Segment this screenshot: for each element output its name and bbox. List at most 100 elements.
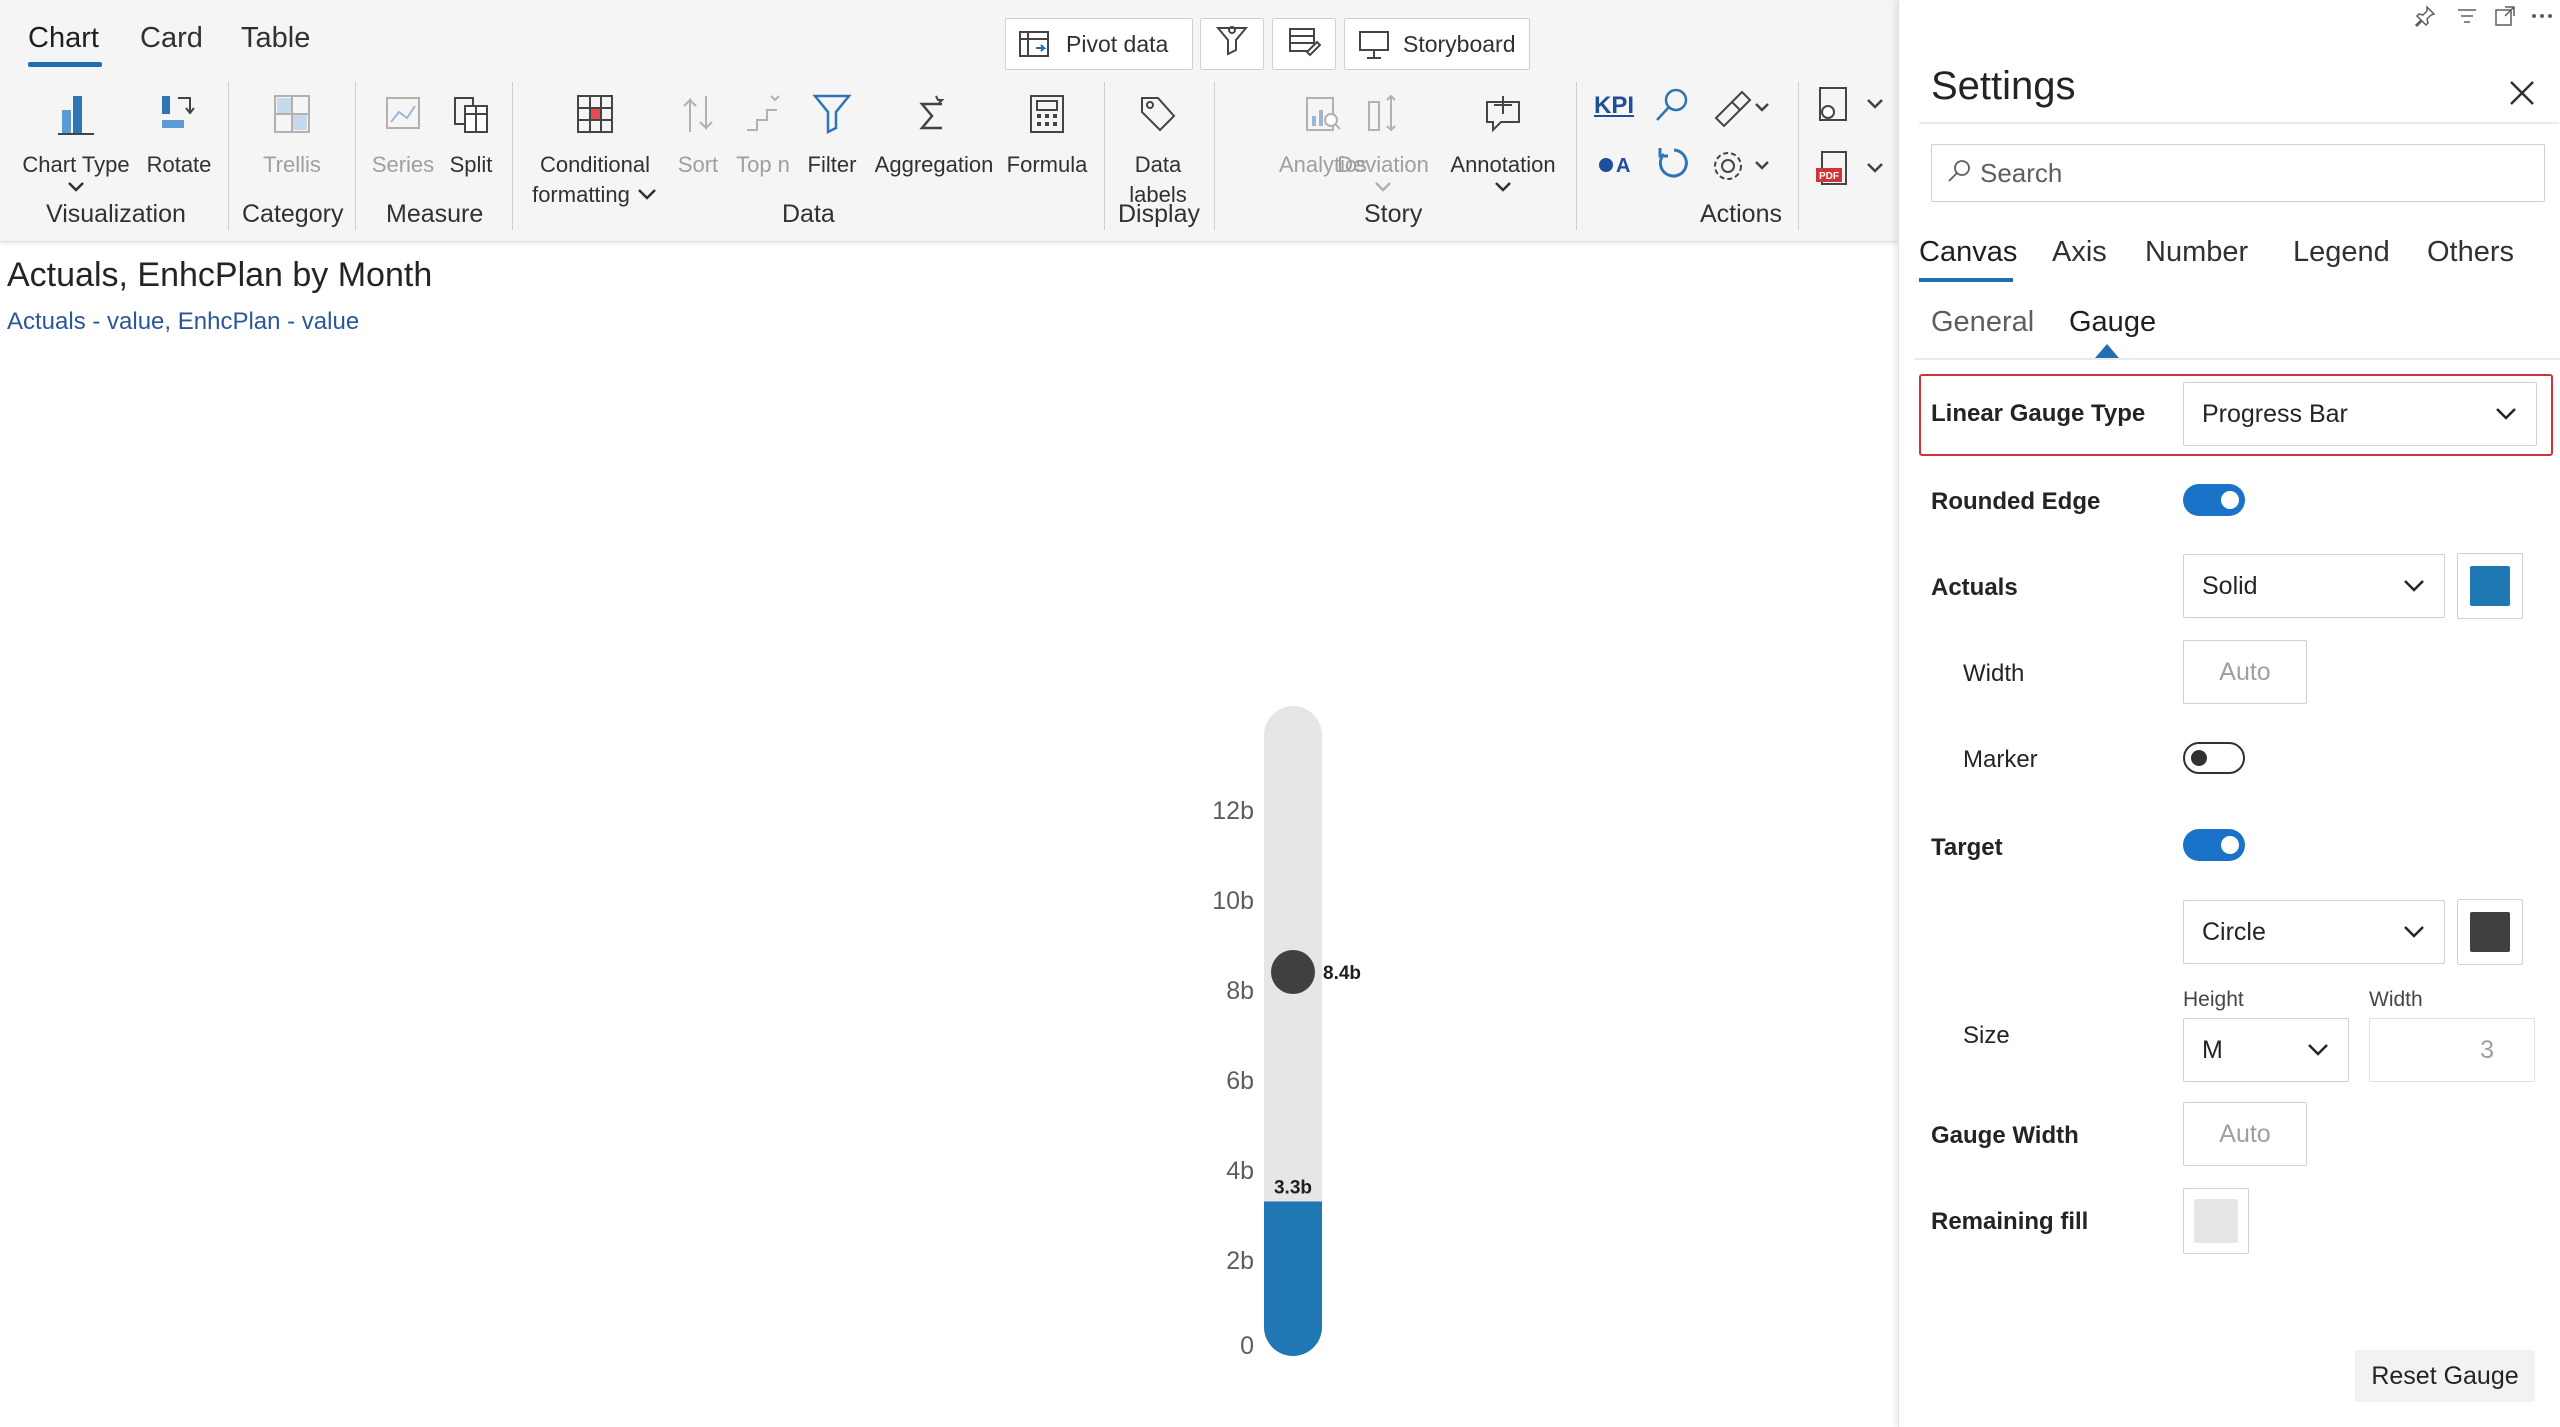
rounded-edge-toggle[interactable] bbox=[2183, 484, 2245, 516]
data-labels-button[interactable]: Data labels bbox=[1112, 80, 1204, 210]
y-tick-label: 0 bbox=[1240, 1332, 1254, 1360]
linear-gauge-type-select[interactable]: Progress Bar bbox=[2183, 382, 2537, 446]
annotation-icon bbox=[1483, 80, 1523, 136]
deviation-button[interactable]: Deviation bbox=[1328, 80, 1438, 199]
search-icon bbox=[1946, 158, 1972, 189]
rotate-label: Rotate bbox=[146, 152, 212, 177]
tab-canvas[interactable]: Canvas bbox=[1919, 236, 2017, 269]
gauge-width-input[interactable]: Auto bbox=[2183, 1102, 2307, 1166]
trellis-button[interactable]: Trellis bbox=[246, 80, 338, 180]
target-toggle[interactable] bbox=[2183, 829, 2245, 861]
svg-text:PDF: PDF bbox=[1819, 171, 1839, 182]
settings-search-input[interactable]: Search bbox=[1931, 144, 2545, 202]
trellis-icon bbox=[272, 80, 312, 136]
pdf-export-icon[interactable]: PDF bbox=[1812, 148, 1888, 197]
expand-icon[interactable] bbox=[2493, 4, 2517, 33]
calculator-icon bbox=[1027, 80, 1067, 136]
subtab-gauge[interactable]: Gauge bbox=[2069, 306, 2156, 339]
group-category: Category bbox=[242, 200, 344, 228]
filter-icon bbox=[812, 80, 852, 136]
series-button[interactable]: Series bbox=[366, 80, 440, 180]
ai-filter-button[interactable] bbox=[1200, 18, 1264, 70]
split-button[interactable]: Split bbox=[440, 80, 502, 180]
sigma-icon bbox=[914, 80, 954, 136]
sort-button[interactable]: Sort bbox=[668, 80, 728, 180]
actuals-color-swatch bbox=[2470, 566, 2510, 606]
export-settings-icon[interactable] bbox=[1812, 84, 1888, 133]
tab-others[interactable]: Others bbox=[2427, 236, 2514, 269]
ribbon-divider bbox=[228, 82, 229, 230]
size-width-input[interactable]: 3 bbox=[2369, 1018, 2535, 1082]
paint-brush-icon[interactable] bbox=[1710, 88, 1772, 133]
size-label: Size bbox=[1963, 1022, 2010, 1049]
subtab-general[interactable]: General bbox=[1931, 306, 2034, 339]
actuals-style-select[interactable]: Solid bbox=[2183, 554, 2445, 618]
aggregation-button[interactable]: Aggregation bbox=[868, 80, 1000, 180]
tab-number[interactable]: Number bbox=[2145, 236, 2248, 269]
group-actions: Actions bbox=[1700, 200, 1782, 228]
active-tab-indicator bbox=[28, 62, 102, 67]
y-tick-label: 8b bbox=[1226, 977, 1254, 1005]
more-options-icon[interactable] bbox=[2529, 4, 2555, 33]
tab-card[interactable]: Card bbox=[140, 22, 203, 55]
settings-gear-icon[interactable] bbox=[1710, 146, 1772, 191]
top-n-button[interactable]: Top n bbox=[730, 80, 796, 180]
y-tick-label: 2b bbox=[1226, 1247, 1254, 1275]
close-icon[interactable] bbox=[2507, 78, 2537, 113]
group-measure: Measure bbox=[386, 200, 484, 228]
marker-label: Marker bbox=[1963, 746, 2038, 773]
data-point-label-icon[interactable]: A bbox=[1598, 150, 1638, 185]
storyboard-button[interactable]: Storyboard bbox=[1344, 18, 1530, 70]
table-edit-button[interactable] bbox=[1272, 18, 1336, 70]
pivot-data-button[interactable]: Pivot data bbox=[1005, 18, 1193, 70]
conditional-label-line2: formatting bbox=[532, 182, 630, 207]
size-width-value: 3 bbox=[2480, 1035, 2494, 1064]
tab-legend[interactable]: Legend bbox=[2293, 236, 2390, 269]
bar-chart-icon bbox=[56, 80, 96, 136]
formula-button[interactable]: Formula bbox=[1002, 80, 1092, 180]
reset-gauge-button[interactable]: Reset Gauge bbox=[2355, 1350, 2535, 1402]
actuals-width-input[interactable]: Auto bbox=[2183, 640, 2307, 704]
group-display: Display bbox=[1118, 200, 1200, 228]
size-height-value: M bbox=[2202, 1035, 2223, 1064]
table-edit-icon bbox=[1287, 24, 1322, 64]
target-shape-select[interactable]: Circle bbox=[2183, 900, 2445, 964]
refresh-icon[interactable] bbox=[1654, 144, 1694, 189]
actuals-label: Actuals bbox=[1931, 574, 2018, 601]
rotate-button[interactable]: Rotate bbox=[142, 80, 216, 180]
remaining-fill-color-picker[interactable] bbox=[2183, 1188, 2249, 1254]
chevron-down-icon bbox=[2494, 400, 2518, 429]
chevron-down-icon bbox=[638, 189, 656, 200]
group-data: Data bbox=[782, 200, 835, 228]
tab-chart[interactable]: Chart bbox=[28, 22, 99, 55]
search-icon[interactable] bbox=[1652, 86, 1692, 131]
filter-label: Filter bbox=[807, 152, 857, 177]
filter-lines-icon[interactable] bbox=[2455, 4, 2479, 33]
target-color-picker[interactable] bbox=[2457, 899, 2523, 965]
kpi-button[interactable]: KPI bbox=[1594, 92, 1634, 120]
marker-toggle[interactable] bbox=[2183, 742, 2245, 774]
tab-axis[interactable]: Axis bbox=[2052, 236, 2107, 269]
aggregation-label: Aggregation bbox=[874, 152, 994, 177]
top-n-icon bbox=[743, 80, 783, 136]
conditional-formatting-button[interactable]: Conditional formatting bbox=[526, 80, 664, 210]
group-story: Story bbox=[1364, 200, 1423, 228]
annotation-button[interactable]: Annotation bbox=[1442, 80, 1564, 199]
remaining-fill-label: Remaining fill bbox=[1931, 1208, 2089, 1235]
chart-type-button[interactable]: Chart Type bbox=[20, 80, 132, 199]
filter-button[interactable]: Filter bbox=[800, 80, 864, 180]
height-label: Height bbox=[2183, 988, 2244, 1011]
gauge-width-label: Gauge Width bbox=[1931, 1122, 2079, 1149]
pin-icon[interactable] bbox=[2413, 4, 2437, 33]
chart-subtitle[interactable]: Actuals - value, EnhcPlan - value bbox=[7, 308, 359, 336]
series-label: Series bbox=[371, 152, 435, 177]
target-shape-value: Circle bbox=[2202, 917, 2266, 946]
size-height-select[interactable]: M bbox=[2183, 1018, 2349, 1082]
actuals-color-picker[interactable] bbox=[2457, 553, 2523, 619]
tab-table[interactable]: Table bbox=[241, 22, 310, 55]
title-divider bbox=[1919, 122, 2559, 124]
split-icon bbox=[451, 80, 491, 136]
target-color-swatch bbox=[2470, 912, 2510, 952]
ribbon-divider bbox=[1214, 82, 1215, 230]
chevron-down-icon bbox=[1493, 180, 1513, 199]
